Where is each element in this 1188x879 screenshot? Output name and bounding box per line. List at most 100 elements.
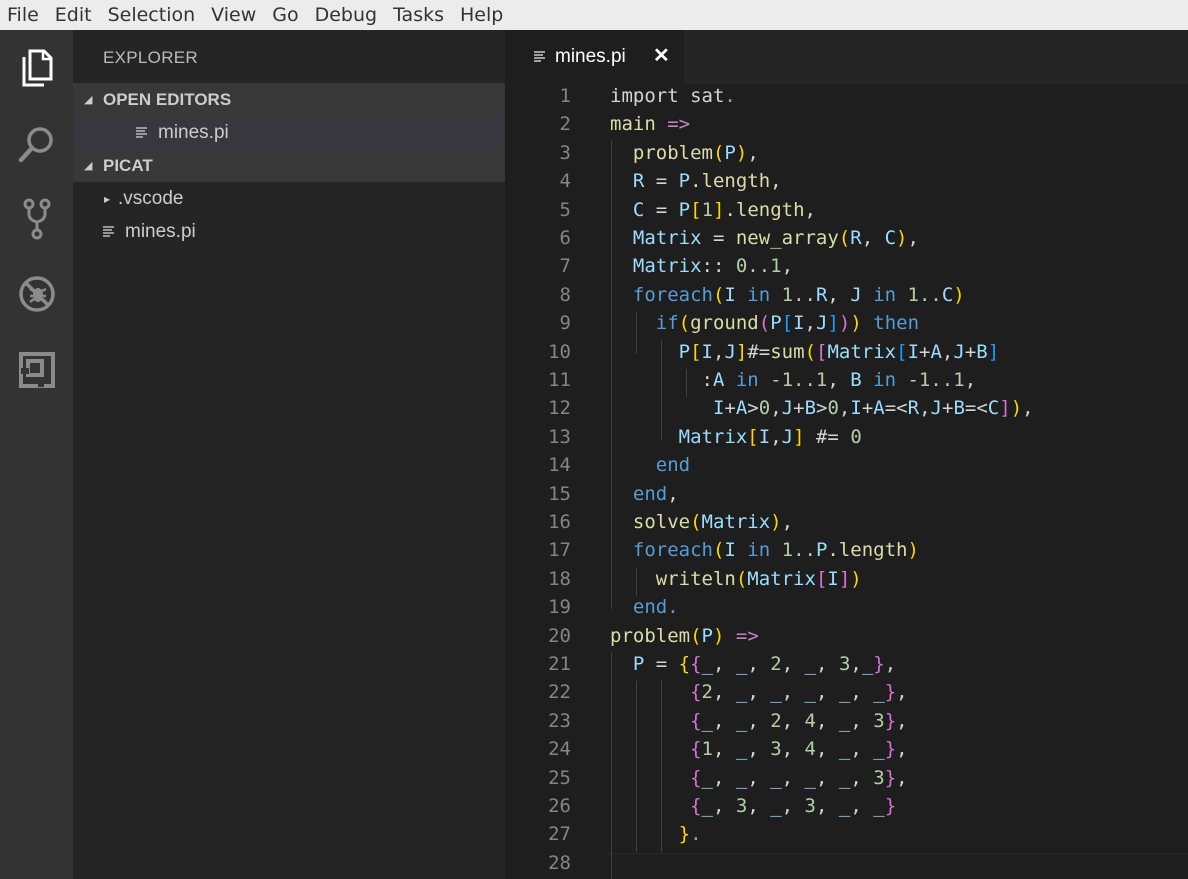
code-token: problem bbox=[610, 141, 713, 164]
code-token: , bbox=[816, 709, 839, 732]
code-token: , bbox=[781, 766, 805, 789]
menu-tasks[interactable]: Tasks bbox=[386, 0, 453, 30]
code-editor[interactable]: 1 2 3 4 5 6 7 8 9 10 11 12 13 14 15 16 17 18 19 20 21 22 23 24 2… bbox=[505, 84, 1188, 879]
line-number: 5 bbox=[559, 198, 571, 221]
code-token: in bbox=[735, 539, 782, 562]
code-token: ( bbox=[712, 141, 725, 164]
code-token: _ bbox=[735, 766, 748, 789]
code-token: { bbox=[690, 653, 702, 675]
line-number: 12 bbox=[548, 397, 571, 420]
code-token: _ bbox=[701, 795, 713, 817]
open-editor-item[interactable]: mines.pi bbox=[73, 116, 505, 149]
menu-debug[interactable]: Debug bbox=[308, 0, 386, 30]
code-token: _ bbox=[770, 681, 782, 704]
code-token: , bbox=[827, 283, 851, 306]
code-token: _ bbox=[735, 681, 748, 704]
code-token: } bbox=[884, 681, 897, 704]
code-token: ) bbox=[712, 624, 725, 647]
code-token: _ bbox=[873, 738, 885, 761]
code-token: P bbox=[678, 198, 691, 221]
debug-icon[interactable] bbox=[0, 264, 73, 324]
code-token: , bbox=[667, 482, 679, 505]
code-line: main => bbox=[610, 110, 690, 138]
search-icon[interactable] bbox=[0, 114, 73, 174]
menu-edit[interactable]: Edit bbox=[48, 0, 101, 30]
folder-item-label: .vscode bbox=[118, 187, 184, 209]
code-token: -1..1 bbox=[770, 369, 828, 391]
line-number: 27 bbox=[548, 823, 571, 846]
code-token: I bbox=[724, 539, 736, 562]
code-token: , bbox=[838, 397, 851, 420]
code-token: , bbox=[781, 511, 794, 533]
code-token: I bbox=[701, 340, 713, 363]
code-token: I bbox=[850, 397, 862, 420]
code-token: , bbox=[941, 340, 954, 363]
code-token: B bbox=[953, 397, 965, 420]
code-token: _ bbox=[873, 795, 885, 817]
picat-folder-section[interactable]: ◢ PICAT bbox=[73, 149, 505, 182]
code-token: [ bbox=[690, 198, 702, 221]
code-token: 2 bbox=[701, 681, 713, 704]
line-number: 9 bbox=[559, 312, 571, 335]
code-token: , bbox=[781, 738, 805, 761]
close-icon[interactable]: ✕ bbox=[653, 45, 670, 67]
code-token: writeln bbox=[610, 567, 736, 590]
line-number: 19 bbox=[548, 596, 571, 619]
code-token: 4 bbox=[804, 709, 816, 732]
code-token: ) bbox=[953, 283, 965, 306]
code-token: , bbox=[781, 653, 805, 675]
code-token: , bbox=[712, 795, 736, 817]
code-token: B bbox=[976, 340, 988, 363]
code-token: , bbox=[712, 738, 736, 761]
code-line: {_, _, 2, 4, _, 3}, bbox=[610, 707, 908, 735]
code-token: Matrix bbox=[701, 511, 771, 533]
file-item-mines[interactable]: mines.pi bbox=[73, 215, 505, 248]
menu-help[interactable]: Help bbox=[453, 0, 512, 30]
code-token: ] bbox=[713, 198, 725, 221]
code-token: , bbox=[896, 738, 908, 761]
code-token: J bbox=[724, 340, 736, 363]
code-token: foreach bbox=[610, 283, 713, 306]
code-token: C bbox=[610, 198, 645, 221]
code-token: _ bbox=[735, 709, 748, 732]
explorer-icon[interactable] bbox=[0, 38, 73, 98]
code-token: =< bbox=[884, 397, 908, 420]
line-number: 25 bbox=[548, 766, 571, 789]
line-number: 8 bbox=[559, 283, 571, 306]
code-token: , bbox=[850, 766, 874, 789]
code-token: 3 bbox=[873, 709, 885, 732]
code-line: Matrix[I,J] #= 0 bbox=[610, 423, 862, 451]
code-token: 3 bbox=[804, 795, 816, 817]
caret-down-icon: ◢ bbox=[84, 160, 93, 172]
code-token: ] bbox=[827, 312, 839, 335]
code-token: } bbox=[884, 766, 897, 789]
code-line: R = P.length, bbox=[610, 167, 782, 195]
code-token: I bbox=[610, 397, 725, 420]
code-token: R bbox=[907, 397, 920, 420]
code-token: A bbox=[712, 369, 725, 391]
code-token: + bbox=[793, 397, 805, 420]
code-token: A bbox=[735, 397, 748, 420]
menu-go[interactable]: Go bbox=[265, 0, 307, 30]
code-token: , bbox=[747, 795, 771, 817]
tab-mines-pi[interactable]: mines.pi ✕ bbox=[505, 30, 684, 84]
source-control-icon[interactable] bbox=[0, 189, 73, 249]
menu-view[interactable]: View bbox=[204, 0, 265, 30]
code-token: + bbox=[861, 397, 874, 420]
code-token: _ bbox=[838, 681, 851, 704]
extensions-icon[interactable] bbox=[0, 340, 73, 400]
code-token: } bbox=[884, 709, 897, 732]
code-token: solve bbox=[610, 511, 691, 533]
code-token: ) bbox=[770, 511, 782, 533]
folder-item-vscode[interactable]: ▸ .vscode bbox=[73, 182, 505, 215]
menu-file[interactable]: File bbox=[0, 0, 48, 30]
code-token: , bbox=[816, 766, 839, 789]
code-token: } bbox=[610, 823, 691, 846]
code-token: ( bbox=[678, 312, 691, 335]
code-token: P bbox=[724, 141, 736, 164]
open-editor-label: mines.pi bbox=[158, 121, 229, 143]
code-token: , bbox=[712, 709, 736, 732]
code-token: , bbox=[850, 653, 862, 675]
open-editors-section[interactable]: ◢ OPEN EDITORS bbox=[73, 83, 505, 116]
menu-selection[interactable]: Selection bbox=[101, 0, 205, 30]
